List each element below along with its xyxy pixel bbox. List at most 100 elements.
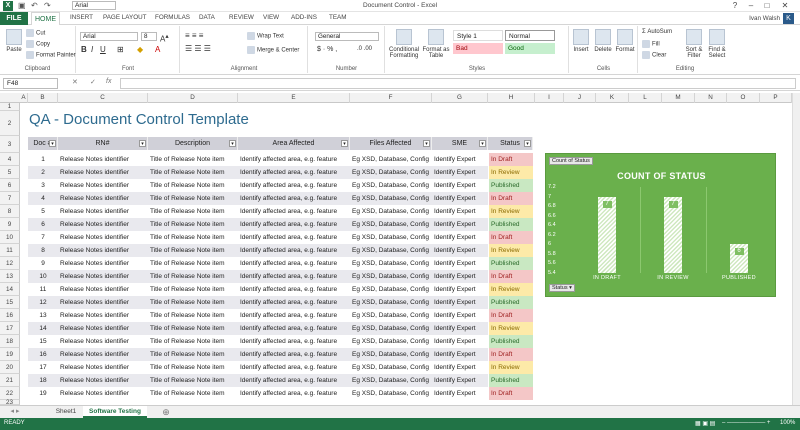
cell-files[interactable]: Eg XSD, Database, Config: [350, 257, 432, 270]
cell-sme[interactable]: Identify Expert: [432, 374, 488, 387]
cell-area[interactable]: Identify affected area, e.g. feature: [238, 166, 350, 179]
cell-rn[interactable]: Release Notes identifier: [58, 335, 148, 348]
column-header[interactable]: J: [564, 93, 596, 103]
cell-sme[interactable]: Identify Expert: [432, 296, 488, 309]
enter-icon[interactable]: ✓: [90, 78, 96, 86]
cell-status[interactable]: In Review: [488, 283, 533, 296]
cell-status[interactable]: In Draft: [488, 153, 533, 166]
count-of-status-button[interactable]: Count of Status: [549, 157, 593, 165]
row-header[interactable]: 21: [0, 374, 20, 387]
filter-dropdown-icon[interactable]: ▾: [479, 140, 486, 147]
row-header[interactable]: 13: [0, 270, 20, 283]
column-header[interactable]: D: [148, 93, 238, 103]
column-header[interactable]: F: [350, 93, 432, 103]
cell-n[interactable]: 13: [28, 309, 58, 322]
row-header[interactable]: 6: [0, 179, 20, 192]
cell-area[interactable]: Identify affected area, e.g. feature: [238, 270, 350, 283]
cell-sme[interactable]: Identify Expert: [432, 257, 488, 270]
style-1[interactable]: Style 1: [453, 30, 503, 41]
tab-formulas[interactable]: FORMULAS: [155, 14, 190, 21]
currency-icon[interactable]: $ · % ,: [317, 46, 337, 53]
cell-rn[interactable]: Release Notes identifier: [58, 205, 148, 218]
cell-sme[interactable]: Identify Expert: [432, 309, 488, 322]
tab-home[interactable]: HOME: [31, 12, 60, 26]
cell-rn[interactable]: Release Notes identifier: [58, 296, 148, 309]
cell-sme[interactable]: Identify Expert: [432, 244, 488, 257]
cell-desc[interactable]: Title of Release Note item: [148, 192, 238, 205]
cell-rn[interactable]: Release Notes identifier: [58, 309, 148, 322]
cell-status[interactable]: Published: [488, 257, 533, 270]
copy-button[interactable]: Copy: [26, 40, 50, 48]
row-header[interactable]: 15: [0, 296, 20, 309]
column-header[interactable]: B: [28, 93, 58, 103]
cell-status[interactable]: In Review: [488, 244, 533, 257]
cell-n[interactable]: 9: [28, 257, 58, 270]
cell-n[interactable]: 16: [28, 348, 58, 361]
column-header[interactable]: C: [58, 93, 148, 103]
paste-button[interactable]: Paste: [2, 29, 26, 53]
cell-area[interactable]: Identify affected area, e.g. feature: [238, 179, 350, 192]
cell-status[interactable]: In Review: [488, 205, 533, 218]
row-header[interactable]: 7: [0, 192, 20, 205]
conditional-formatting-button[interactable]: Conditional Formatting: [388, 29, 420, 59]
number-format-select[interactable]: General: [315, 32, 379, 41]
tab-data[interactable]: DATA: [199, 14, 215, 21]
cell-desc[interactable]: Title of Release Note item: [148, 374, 238, 387]
format-painter-button[interactable]: Format Painter: [26, 51, 76, 59]
cell-area[interactable]: Identify affected area, e.g. feature: [238, 283, 350, 296]
column-header[interactable]: H: [488, 93, 535, 103]
column-header[interactable]: K: [596, 93, 629, 103]
cell-desc[interactable]: Title of Release Note item: [148, 166, 238, 179]
column-header[interactable]: G: [432, 93, 488, 103]
cell-rn[interactable]: Release Notes identifier: [58, 231, 148, 244]
cell-n[interactable]: 19: [28, 387, 58, 400]
cell-rn[interactable]: Release Notes identifier: [58, 322, 148, 335]
pivot-chart[interactable]: Count of Status COUNT OF STATUS 7.2 7 6.8 6…: [545, 153, 776, 297]
cell-files[interactable]: Eg XSD, Database, Config: [350, 374, 432, 387]
cell-rn[interactable]: Release Notes identifier: [58, 387, 148, 400]
cell-status[interactable]: Published: [488, 218, 533, 231]
cell-n[interactable]: 3: [28, 179, 58, 192]
cell-desc[interactable]: Title of Release Note item: [148, 296, 238, 309]
cell-rn[interactable]: Release Notes identifier: [58, 270, 148, 283]
cell-status[interactable]: In Review: [488, 166, 533, 179]
cell-n[interactable]: 10: [28, 270, 58, 283]
cell-rn[interactable]: Release Notes identifier: [58, 361, 148, 374]
cell-area[interactable]: Identify affected area, e.g. feature: [238, 309, 350, 322]
fx-icon[interactable]: fx: [106, 78, 111, 85]
cell-status[interactable]: Published: [488, 179, 533, 192]
cancel-icon[interactable]: ✕: [72, 78, 78, 86]
cell-status[interactable]: In Draft: [488, 231, 533, 244]
cell-area[interactable]: Identify affected area, e.g. feature: [238, 192, 350, 205]
wrap-text-button[interactable]: Wrap Text: [247, 32, 284, 40]
sort-filter-button[interactable]: Sort & Filter: [683, 29, 705, 59]
minimize-icon[interactable]: –: [744, 0, 758, 11]
status-filter-button[interactable]: Status ▾: [549, 284, 575, 292]
cell-desc[interactable]: Title of Release Note item: [148, 218, 238, 231]
zoom-level[interactable]: 100%: [780, 420, 795, 426]
clear-button[interactable]: Clear: [642, 51, 666, 59]
underline-icon[interactable]: U: [100, 45, 106, 54]
format-cells-button[interactable]: Format: [614, 29, 636, 53]
avatar[interactable]: K: [783, 13, 794, 24]
cell-status[interactable]: In Review: [488, 322, 533, 335]
sheet-tab-sheet1[interactable]: Sheet1: [52, 406, 80, 418]
row-header[interactable]: 2: [0, 111, 20, 136]
cell-n[interactable]: 8: [28, 244, 58, 257]
help-icon[interactable]: ?: [728, 0, 742, 11]
cell-desc[interactable]: Title of Release Note item: [148, 361, 238, 374]
sheet-tab-software-testing[interactable]: Software Testing: [83, 406, 147, 418]
column-header[interactable]: O: [727, 93, 760, 103]
tab-review[interactable]: REVIEW: [229, 14, 254, 21]
column-header[interactable]: P: [760, 93, 792, 103]
cell-sme[interactable]: Identify Expert: [432, 283, 488, 296]
cell-sme[interactable]: Identify Expert: [432, 218, 488, 231]
italic-icon[interactable]: I: [91, 45, 93, 54]
cell-rn[interactable]: Release Notes identifier: [58, 348, 148, 361]
formula-input[interactable]: [120, 78, 796, 89]
cell-area[interactable]: Identify affected area, e.g. feature: [238, 335, 350, 348]
row-header[interactable]: 1: [0, 103, 20, 111]
filter-dropdown-icon[interactable]: ▾: [139, 140, 146, 147]
cell-sme[interactable]: Identify Expert: [432, 335, 488, 348]
cell-files[interactable]: Eg XSD, Database, Config: [350, 270, 432, 283]
